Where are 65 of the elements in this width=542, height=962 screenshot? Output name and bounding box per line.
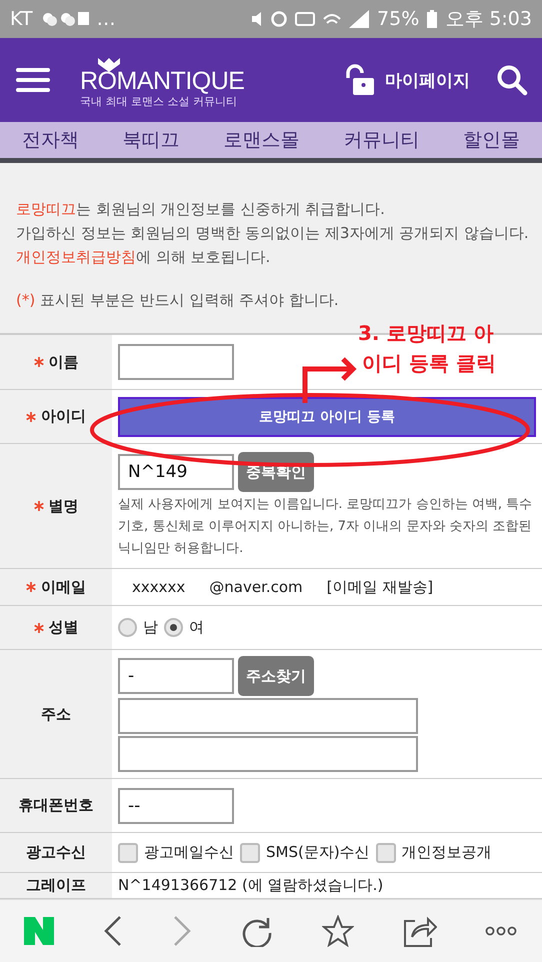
annotation-text: 3. 로망띠끄 아: [358, 320, 494, 347]
email-domain: @naver.com: [209, 578, 303, 596]
category-tab[interactable]: 할인몰: [463, 127, 520, 153]
address-field[interactable]: [118, 736, 418, 772]
field-label: 그레이프: [26, 876, 86, 895]
field-label: 별명: [48, 496, 78, 516]
alarm-icon: [271, 11, 288, 27]
field-label: 이름: [48, 352, 78, 372]
category-tab[interactable]: 전자책: [22, 127, 79, 153]
category-tab[interactable]: 로맨스몰: [223, 127, 300, 153]
notification-icons: [40, 10, 89, 28]
category-tab[interactable]: 북띠끄: [122, 127, 180, 153]
checkbox-label: 광고메일수신: [144, 843, 234, 862]
radio-button[interactable]: [118, 618, 137, 637]
site-logo[interactable]: ROMANTIQUE: [80, 68, 244, 94]
field-label: 성별: [48, 618, 78, 637]
hd-icon: [295, 12, 316, 26]
checkbox[interactable]: [376, 842, 396, 862]
notice-text: 로망띠끄는 회원님의 개인정보를 신중하게 취급합니다.: [16, 199, 386, 220]
battery-percent: 75%: [377, 8, 420, 30]
notice-text: 개인정보취급방침에 의해 보호됩니다.: [16, 247, 272, 268]
notice-text: 가입하신 정보는 회원님의 명백한 동의없이는 제3자에게 공개되지 않습니다.: [16, 223, 530, 244]
my-page-link[interactable]: 마이페이지: [385, 68, 470, 92]
checkbox[interactable]: [240, 842, 260, 862]
wifi-icon: [323, 13, 342, 25]
back-icon[interactable]: [103, 915, 124, 947]
field-label: 광고수신: [26, 843, 86, 862]
zip-code-field[interactable]: -: [118, 658, 234, 694]
signal-icon: [349, 10, 370, 28]
checkbox[interactable]: [118, 842, 138, 862]
more-icon[interactable]: [485, 925, 518, 937]
input-field[interactable]: --: [118, 788, 234, 824]
input-field[interactable]: [118, 344, 234, 380]
category-tab[interactable]: 커뮤니티: [343, 127, 420, 153]
checkbox-label: SMS(문자)수신: [266, 843, 370, 862]
annotation-text: 이디 등록 클릭: [362, 350, 496, 377]
more-notifications-label: …: [96, 8, 116, 30]
address-field[interactable]: [118, 698, 418, 734]
carrier-label: KT: [10, 8, 33, 30]
field-label: 아이디: [41, 407, 86, 426]
radio-label: 남: [143, 618, 158, 637]
help-text: 실제 사용자에게 보여지는 이름입니다. 로망띠끄가 승인하는 여백, 특수기호, 통신체로 이루어지지 아니하는, 7자 이내의 문자와 숫자의 조합된 닉니임만 허용합니다.: [118, 496, 534, 558]
radio-label: 여: [189, 618, 204, 637]
mute-icon: [251, 11, 264, 27]
input-field[interactable]: N^149: [118, 454, 234, 490]
reload-icon[interactable]: [240, 915, 273, 947]
search-icon[interactable]: [496, 64, 528, 96]
clock: 오후 5:03: [445, 7, 532, 32]
required-note: (*) 표시된 부분은 반드시 입력해 주셔야 합니다.: [16, 290, 340, 311]
email-value: xxxxxx: [132, 578, 186, 596]
field-value: N^1491366712 (에 열람하셨습니다.): [118, 876, 384, 895]
radio-button[interactable]: [164, 618, 183, 637]
menu-icon[interactable]: [16, 67, 50, 93]
field-label: 휴대폰번호: [18, 796, 94, 815]
bookmark-star-icon[interactable]: [322, 915, 354, 947]
check-duplicate-button[interactable]: 중복확인: [238, 452, 314, 492]
checkbox-label: 개인정보공개: [402, 843, 492, 862]
field-label: 이메일: [41, 578, 86, 596]
field-label: 주소: [41, 704, 71, 724]
register-id-button[interactable]: 로망띠끄 아이디 등록: [118, 396, 536, 436]
battery-icon: [427, 10, 438, 28]
resend-email-link[interactable]: [이메일 재발송]: [326, 578, 434, 596]
site-tagline: 국내 최대 로맨스 소설 커뮤니티: [80, 94, 237, 108]
find-address-button[interactable]: 주소찾기: [238, 656, 314, 696]
share-icon[interactable]: [402, 915, 437, 947]
